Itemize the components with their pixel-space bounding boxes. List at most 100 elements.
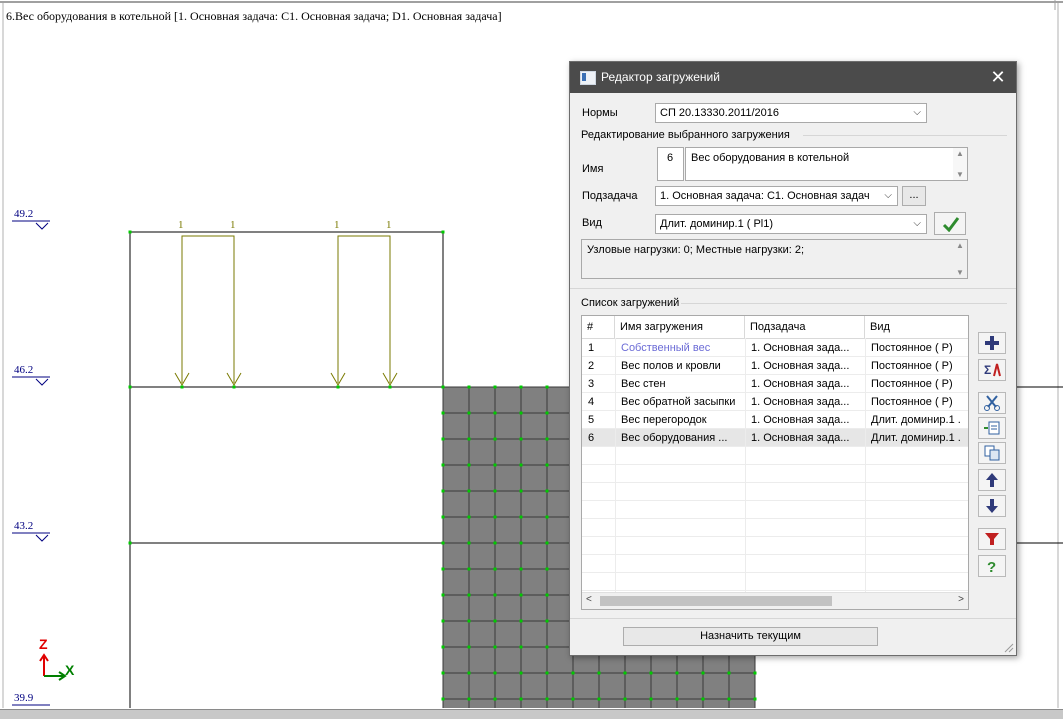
sum-loads-button[interactable]: Σ — [978, 359, 1006, 381]
edit-section-label: Редактирование выбранного загружения — [581, 129, 790, 141]
load-name-field[interactable]: Вес оборудования в котельной ▲ ▼ — [685, 147, 968, 181]
cell-name: Вес стен — [621, 378, 666, 390]
cell-number: 3 — [588, 378, 595, 390]
chevron-down-icon: ⌵ — [884, 190, 892, 201]
cell-name: Вес полов и кровли — [621, 360, 721, 372]
subtask-select[interactable]: 1. Основная задача: C1. Основная задач ⌵ — [655, 186, 898, 206]
axis-indicator — [39, 653, 67, 681]
help-button[interactable]: ? — [978, 555, 1006, 577]
kind-select[interactable]: Длит. доминир.1 ( Pl1) ⌵ — [655, 214, 927, 234]
row-gridline — [582, 590, 968, 591]
apply-kind-button[interactable] — [934, 212, 966, 235]
column-header-name[interactable]: Имя загружения — [615, 316, 745, 338]
norms-label: Нормы — [582, 107, 618, 119]
load-number-field[interactable]: 6 — [657, 147, 684, 181]
add-icon — [985, 336, 999, 350]
move-up-button[interactable] — [978, 469, 1006, 491]
load-value-label: 1 — [230, 219, 236, 231]
arrow-down-icon — [986, 499, 998, 513]
level-label-39-9: 39.9 — [14, 692, 34, 704]
cell-kind: Постоянное ( P) — [871, 396, 953, 408]
cell-number: 4 — [588, 396, 595, 408]
table-row[interactable]: 5 Вес перегородок 1. Основная зада... Длит.… — [582, 411, 968, 429]
cell-name: Вес оборудования ... — [621, 432, 728, 444]
cell-kind: Постоянное ( P) — [871, 360, 953, 372]
section-divider — [681, 303, 1007, 304]
cell-number: 5 — [588, 414, 595, 426]
chevron-down-icon: ⌵ — [913, 218, 921, 229]
scroll-left-icon[interactable]: < — [586, 594, 592, 605]
add-load-button[interactable] — [978, 332, 1006, 354]
table-row[interactable]: 6 Вес оборудования ... 1. Основная зада...… — [582, 429, 968, 447]
cut-icon — [984, 395, 1000, 411]
help-icon: ? — [987, 559, 996, 574]
cell-kind: Постоянное ( P) — [871, 378, 953, 390]
load-info-box: Узловые нагрузки: 0; Местные нагрузки: 2… — [581, 239, 968, 279]
table-row[interactable]: 3 Вес стен 1. Основная зада... Постоянное (… — [582, 375, 968, 393]
row-gridline — [582, 410, 968, 411]
subtask-browse-button[interactable]: ... — [902, 186, 926, 206]
view-header: 6.Вес оборудования в котельной [1. Основ… — [6, 9, 502, 23]
svg-text:Σ: Σ — [984, 363, 991, 377]
cell-number: 6 — [588, 432, 595, 444]
row-gridline — [582, 392, 968, 393]
copy-load-button[interactable] — [978, 442, 1006, 464]
row-gridline — [582, 536, 968, 537]
copy-icon — [984, 445, 1000, 461]
load-value-label: 1 — [386, 219, 392, 231]
table-row[interactable]: 1 Собственный вес 1. Основная зада... Посто… — [582, 339, 968, 357]
assign-current-button[interactable]: Назначить текущим — [623, 627, 878, 646]
dialog-titlebar[interactable]: Редактор загружений ✕ — [570, 62, 1016, 93]
cell-subtask: 1. Основная зада... — [751, 432, 850, 444]
section-divider — [570, 618, 1016, 619]
insert-load-button[interactable] — [978, 417, 1006, 439]
column-header-number[interactable]: # — [582, 316, 615, 338]
table-row[interactable]: 4 Вес обратной засыпки 1. Основная зада...… — [582, 393, 968, 411]
norms-select[interactable]: СП 20.13330.2011/2016 ⌵ — [655, 103, 927, 123]
load-value-label: 1 — [178, 219, 184, 231]
level-label-49-2: 49.2 — [14, 208, 34, 220]
arrow-up-icon — [986, 473, 998, 487]
move-down-button[interactable] — [978, 495, 1006, 517]
load-diagram — [174, 235, 398, 386]
row-gridline — [582, 500, 968, 501]
column-header-kind[interactable]: Вид — [865, 316, 968, 338]
table-row[interactable]: 2 Вес полов и кровли 1. Основная зада... По… — [582, 357, 968, 375]
filter-button[interactable] — [978, 528, 1006, 550]
cell-name: Вес перегородок — [621, 414, 707, 426]
dialog-title: Редактор загружений — [601, 70, 720, 84]
row-gridline — [582, 356, 968, 357]
resize-grip-icon[interactable] — [1004, 643, 1014, 653]
svg-text:?: ? — [987, 559, 996, 574]
row-gridline — [582, 374, 968, 375]
row-gridline — [582, 428, 968, 429]
close-icon[interactable]: ✕ — [988, 67, 1008, 87]
axis-z-label: Z — [39, 636, 48, 652]
scroll-right-icon[interactable]: > — [958, 594, 964, 605]
cell-number: 1 — [588, 342, 595, 354]
name-label: Имя — [582, 163, 604, 175]
level-label-43-2: 43.2 — [14, 520, 34, 532]
table-horizontal-scrollbar[interactable]: < > — [582, 592, 968, 609]
level-markers — [12, 220, 50, 706]
sum-icon: Σ — [984, 363, 1001, 377]
section-divider — [803, 135, 1007, 136]
load-editor-dialog: Редактор загружений ✕ Нормы СП 20.13330.… — [569, 61, 1017, 656]
row-gridline — [582, 482, 968, 483]
cut-load-button[interactable] — [978, 392, 1006, 414]
scroll-thumb[interactable] — [600, 596, 832, 606]
cell-subtask: 1. Основная зада... — [751, 396, 850, 408]
info-box-scrollbar[interactable]: ▲ ▼ — [953, 240, 967, 278]
check-icon — [942, 217, 960, 232]
column-header-subtask[interactable]: Подзадача — [745, 316, 865, 338]
level-label-46-2: 46.2 — [14, 364, 34, 376]
cell-subtask: 1. Основная зада... — [751, 360, 850, 372]
name-field-scrollbar[interactable]: ▲ ▼ — [953, 148, 967, 180]
cell-name: Вес обратной засыпки — [621, 396, 736, 408]
window-icon — [580, 71, 596, 85]
cell-number: 2 — [588, 360, 595, 372]
chevron-down-icon: ⌵ — [913, 107, 921, 118]
insert-icon — [984, 421, 1000, 435]
loads-table[interactable]: # Имя загружения Подзадача Вид 1 Собствен… — [581, 315, 969, 610]
list-section-label: Список загружений — [581, 297, 680, 309]
